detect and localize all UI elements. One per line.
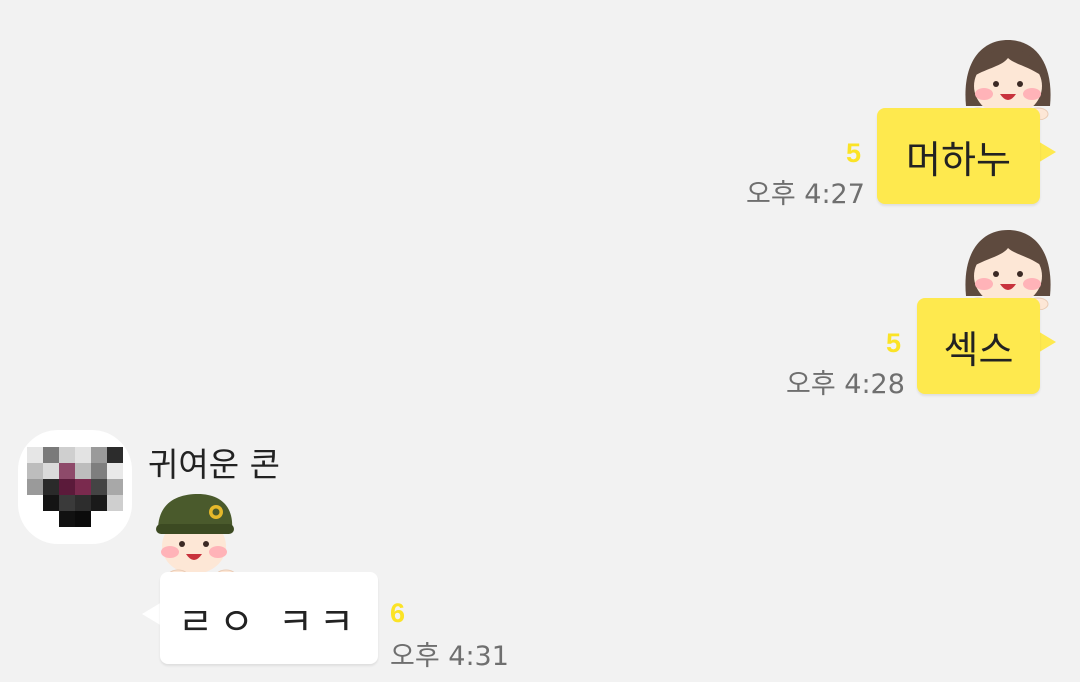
message-time: 오후 4:27 (746, 179, 865, 210)
soldier-character-icon (156, 494, 237, 583)
message-bubble[interactable]: 섹스 (917, 298, 1040, 394)
message-time: 오후 4:28 (786, 369, 905, 400)
unread-count: 6 (390, 598, 406, 628)
message-bubble[interactable]: ㄹㅇ ㅋㅋ (160, 572, 378, 664)
message-time: 오후 4:31 (390, 641, 509, 672)
unread-count: 5 (886, 328, 902, 358)
pixelated-avatar[interactable] (18, 430, 132, 544)
sender-name: 귀여운 콘 (148, 445, 280, 484)
unread-count: 5 (846, 138, 862, 168)
message-bubble[interactable]: 머하누 (877, 108, 1040, 204)
bubble-tail (142, 602, 162, 626)
